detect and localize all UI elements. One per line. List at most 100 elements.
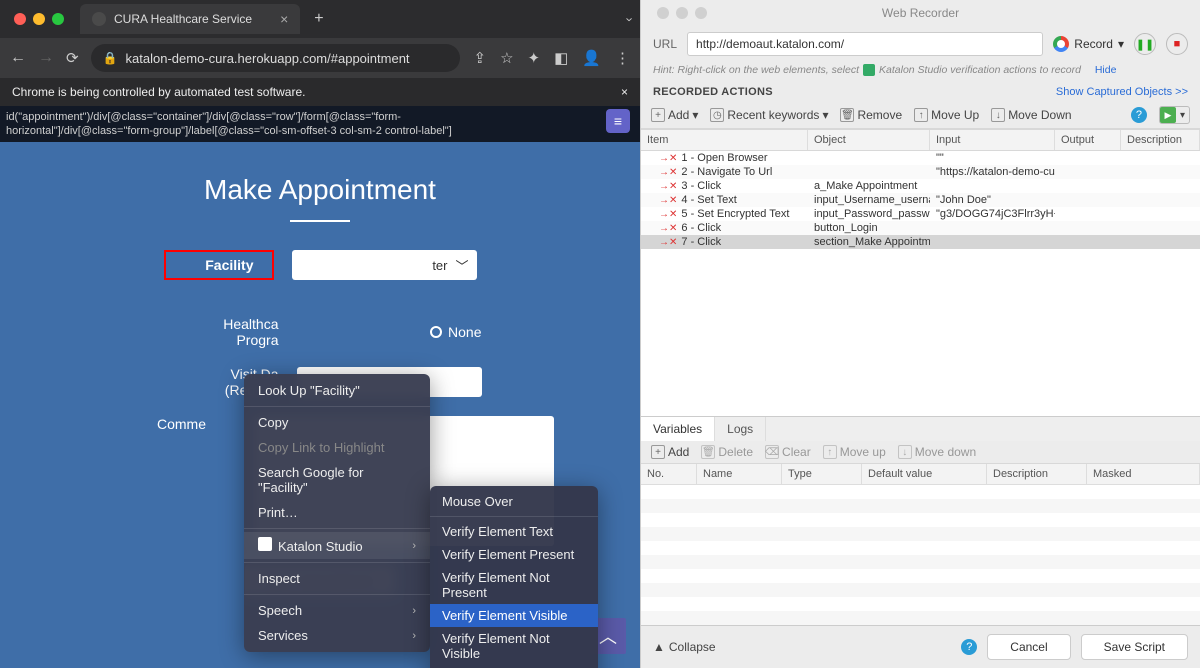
close-banner-icon[interactable]: × (621, 85, 628, 99)
forward-button[interactable]: → (38, 49, 54, 67)
submenu-verify-text[interactable]: Verify Element Text (430, 520, 598, 543)
action-row[interactable]: →✕ 6 - Clickbutton_Login (641, 221, 1200, 235)
web-recorder-window: Web Recorder URL Record ▾ ❚❚ ■ Hint: Rig… (640, 0, 1200, 668)
submenu-verify-not-present[interactable]: Verify Element Not Present (430, 566, 598, 604)
maximize-window[interactable] (52, 13, 64, 25)
action-row[interactable]: →✕ 5 - Set Encrypted Textinput_Password_… (641, 207, 1200, 221)
menu-print[interactable]: Print… (244, 500, 430, 525)
reload-button[interactable]: ⟳ (66, 49, 79, 67)
share-icon[interactable]: ⇪ (474, 49, 487, 67)
page-content: Make Appointment Facility ter ﹀ Healthca… (0, 142, 640, 668)
tab-variables[interactable]: Variables (641, 417, 715, 441)
favicon-icon (92, 12, 106, 26)
vars-grid-header: No. Name Type Default value Description … (641, 464, 1200, 485)
back-button[interactable]: ← (10, 49, 26, 67)
vars-clear[interactable]: ⌫Clear (765, 445, 811, 459)
facility-select[interactable]: ter ﹀ (292, 250, 477, 280)
submenu-verify-present[interactable]: Verify Element Present (430, 543, 598, 566)
menu-lookup[interactable]: Look Up "Facility" (244, 378, 430, 403)
recorder-titlebar: Web Recorder (641, 0, 1200, 26)
submenu-mouse-over[interactable]: Mouse Over (430, 490, 598, 513)
submenu-verify-visible[interactable]: Verify Element Visible (430, 604, 598, 627)
stop-button[interactable]: ■ (1166, 33, 1188, 55)
profile-icon[interactable]: 👤 (582, 49, 601, 67)
menu-services[interactable]: Services› (244, 623, 430, 648)
menu-copy-link: Copy Link to Highlight (244, 435, 430, 460)
arrow-down-icon: ↓ (991, 108, 1005, 122)
katalon-submenu: Mouse Over Verify Element Text Verify El… (430, 486, 598, 668)
expand-tabs-icon[interactable]: › (622, 17, 637, 21)
menu-speech[interactable]: Speech› (244, 598, 430, 623)
menu-katalon-studio[interactable]: Katalon Studio › (244, 532, 430, 559)
vars-grid-body (641, 485, 1200, 625)
menu-copy[interactable]: Copy (244, 410, 430, 435)
remove-button[interactable]: 🗑Remove (840, 108, 902, 122)
url-text: katalon-demo-cura.herokuapp.com/#appoint… (126, 51, 410, 66)
select-visible-text: ter (432, 258, 447, 273)
vars-toolbar: +Add 🗑Delete ⌫Clear ↑Move up ↓Move down (641, 441, 1200, 464)
col-item: Item (641, 130, 808, 150)
cancel-button[interactable]: Cancel (987, 634, 1070, 660)
show-captured-link[interactable]: Show Captured Objects >> (1056, 86, 1188, 98)
menu-search[interactable]: Search Google for "Facility" (244, 460, 430, 500)
address-bar[interactable]: 🔒 katalon-demo-cura.herokuapp.com/#appoi… (91, 44, 460, 72)
grid-header: Item Object Input Output Description (641, 129, 1200, 151)
extensions-icon[interactable]: ✦ (528, 49, 541, 67)
vars-add[interactable]: +Add (651, 445, 689, 459)
minimize-window[interactable] (33, 13, 45, 25)
vars-move-up[interactable]: ↑Move up (823, 445, 886, 459)
chrome-icon (1053, 36, 1069, 52)
katalon-logo-icon (258, 537, 272, 551)
automation-banner: Chrome is being controlled by automated … (0, 78, 640, 106)
help-icon[interactable]: ? (1131, 107, 1147, 123)
recent-keywords-button[interactable]: ◷Recent keywords ▾ (710, 108, 828, 122)
menu-inspect[interactable]: Inspect (244, 566, 430, 591)
recorder-url-input[interactable] (687, 32, 1043, 56)
save-script-button[interactable]: Save Script (1081, 634, 1188, 660)
vars-move-down[interactable]: ↓Move down (898, 445, 976, 459)
vars-delete[interactable]: 🗑Delete (701, 445, 753, 459)
page-title: Make Appointment (0, 174, 640, 206)
play-button[interactable]: ▶ (1160, 107, 1176, 123)
collapse-button[interactable]: ▲Collapse (653, 640, 716, 654)
hide-hint-link[interactable]: Hide (1095, 64, 1117, 76)
comment-label: Comme (86, 416, 206, 432)
add-button[interactable]: +Add ▾ (651, 108, 698, 122)
bookmark-icon[interactable]: ☆ (500, 49, 513, 67)
rec-min[interactable] (676, 7, 688, 19)
menu-icon[interactable]: ⋮ (615, 49, 630, 67)
col-object: Object (808, 130, 930, 150)
play-dropdown[interactable]: ▾ (1176, 110, 1189, 121)
hamburger-icon[interactable]: ≡ (606, 109, 630, 133)
chevron-down-icon: ﹀ (455, 256, 468, 275)
rec-close[interactable] (657, 7, 669, 19)
panel-icon[interactable]: ◧ (554, 49, 568, 67)
move-up-button[interactable]: ↑Move Up (914, 108, 979, 122)
rec-max[interactable] (695, 7, 707, 19)
facility-row: Facility ter ﹀ (0, 250, 640, 280)
url-label: URL (653, 37, 677, 51)
pause-button[interactable]: ❚❚ (1134, 33, 1156, 55)
close-window[interactable] (14, 13, 26, 25)
tab-logs[interactable]: Logs (715, 417, 766, 441)
tab-bar: CURA Healthcare Service × + › (0, 0, 640, 38)
action-row[interactable]: →✕ 3 - Clicka_Make Appointment (641, 179, 1200, 193)
submenu-verify-not-visible[interactable]: Verify Element Not Visible (430, 627, 598, 665)
record-button[interactable]: Record ▾ (1053, 36, 1124, 52)
footer-help-icon[interactable]: ? (961, 639, 977, 655)
facility-label-highlighted[interactable]: Facility (164, 250, 274, 280)
new-tab-button[interactable]: + (314, 10, 323, 28)
action-row[interactable]: →✕ 2 - Navigate To Url"https://katalon-d… (641, 165, 1200, 179)
radio-none[interactable]: None (430, 324, 481, 340)
browser-tab[interactable]: CURA Healthcare Service × (80, 4, 300, 34)
action-row[interactable]: →✕ 1 - Open Browser"" (641, 151, 1200, 165)
recorder-window-controls (651, 7, 707, 19)
move-down-button[interactable]: ↓Move Down (991, 108, 1071, 122)
action-row[interactable]: →✕ 7 - Clicksection_Make Appointment (641, 235, 1200, 249)
healthcare-label: HealthcaProgra (159, 316, 279, 348)
variables-section: Variables Logs +Add 🗑Delete ⌫Clear ↑Move… (641, 416, 1200, 625)
close-tab-icon[interactable]: × (280, 11, 288, 27)
chevron-right-icon: › (412, 540, 416, 552)
action-row[interactable]: →✕ 4 - Set Textinput_Username_username"J… (641, 193, 1200, 207)
trash-icon: 🗑 (840, 108, 854, 122)
